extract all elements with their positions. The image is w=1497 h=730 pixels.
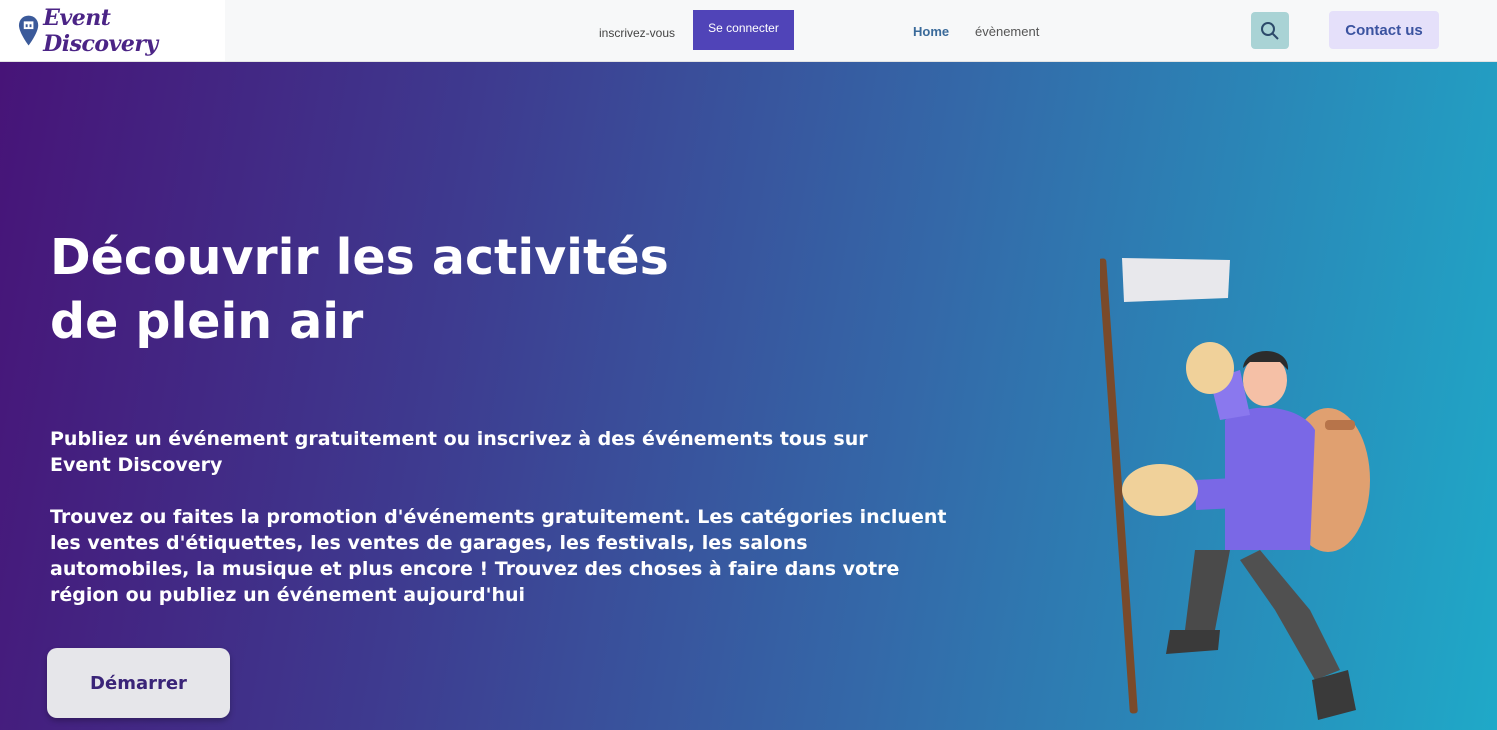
top-navbar: Event Discovery inscrivez-vous Se connec…	[0, 0, 1497, 62]
signup-link[interactable]: inscrivez-vous	[599, 26, 675, 40]
hiker-illustration	[1100, 258, 1370, 720]
location-pin-icon	[18, 15, 39, 45]
hero-title: Découvrir les activités de plein air	[50, 229, 669, 350]
logo[interactable]: Event Discovery	[0, 0, 225, 61]
nav-events[interactable]: évènement	[975, 24, 1039, 39]
nav-home[interactable]: Home	[913, 24, 949, 39]
hero-paragraph-1: Publiez un événement gratuitement ou ins…	[50, 428, 868, 476]
hero-section: Découvrir les activités de plein air Pub…	[0, 62, 1497, 730]
hero-paragraph-2: Trouvez ou faites la promotion d'événeme…	[50, 506, 947, 606]
start-button[interactable]: Démarrer	[47, 648, 230, 718]
login-button[interactable]: Se connecter	[693, 10, 794, 50]
search-button[interactable]	[1251, 12, 1289, 49]
logo-text: Event Discovery	[43, 4, 158, 57]
contact-button[interactable]: Contact us	[1329, 11, 1439, 49]
search-icon	[1261, 21, 1279, 40]
